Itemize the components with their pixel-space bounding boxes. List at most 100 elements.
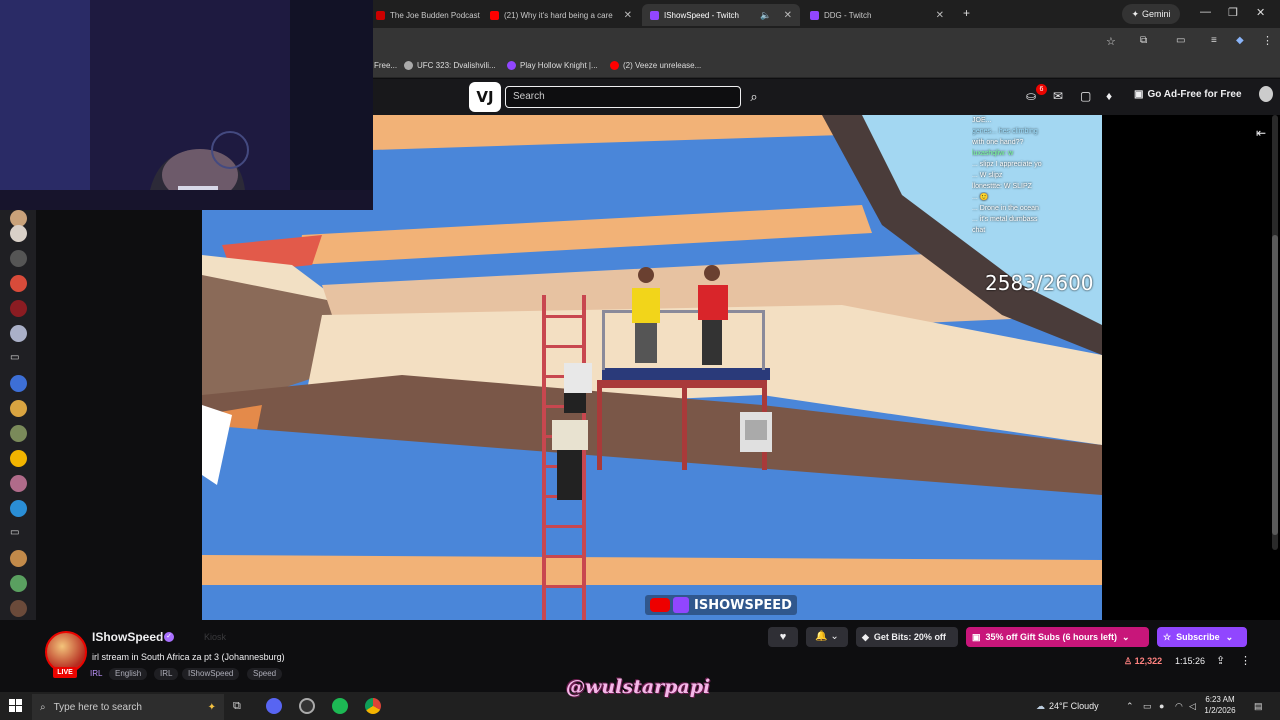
cast-icon[interactable]: ▭ [1176, 35, 1185, 46]
minimize-icon[interactable]: — [1200, 6, 1211, 18]
tag-chip[interactable]: English [109, 668, 148, 680]
sidebar-channel-avatar[interactable] [10, 575, 27, 592]
new-tab-button[interactable]: + [963, 6, 970, 20]
gift-subs-label: 35% off Gift Subs (6 hours left) [985, 632, 1118, 642]
sidebar-channel-avatar[interactable] [10, 600, 27, 617]
user-avatar[interactable] [1259, 86, 1273, 102]
twitch-icon [650, 10, 659, 20]
sparkle-icon: ✦ [207, 701, 216, 713]
extensions-icon[interactable]: ⧉ [1140, 35, 1147, 46]
close-window-icon[interactable]: ✕ [1256, 6, 1265, 19]
chevron-up-icon[interactable]: ⌃ [1126, 701, 1134, 712]
search-icon[interactable]: ⌕ [743, 86, 765, 108]
spotify-icon[interactable] [332, 698, 348, 714]
weather-widget[interactable]: ☁ 24°F Cloudy [1036, 701, 1099, 712]
scrollbar-thumb[interactable] [1272, 235, 1278, 535]
sidebar-channel-avatar[interactable] [10, 500, 27, 517]
page-scrollbar[interactable] [1272, 115, 1278, 550]
whispers-icon[interactable]: ▢ [1080, 89, 1091, 103]
sidebar-channel-avatar[interactable] [10, 400, 27, 417]
obs-icon[interactable] [299, 698, 315, 714]
sidebar-channel-avatar[interactable] [10, 375, 27, 392]
follow-heart-button[interactable]: ♥ [768, 627, 798, 647]
tab-ishowspeed-twitch[interactable]: IShowSpeed - Twitch 🔈 ✕ [642, 4, 800, 26]
get-bits-button[interactable]: ◆ Get Bits: 20% off [856, 627, 958, 647]
viewer-count-value: 12,322 [1134, 656, 1163, 666]
notification-badge: 6 [1036, 84, 1047, 95]
bookmark-item[interactable]: Free... [374, 61, 397, 70]
sidebar-channel-avatar[interactable] [10, 225, 27, 242]
search-icon: ⌕ [40, 701, 46, 713]
bookmark-star-icon[interactable]: ☆ [1106, 35, 1116, 48]
watermark-text: ISHOWSPEED [694, 597, 792, 613]
sidebar-channel-avatar[interactable] [10, 450, 27, 467]
notifications-button[interactable]: 🔔 ⌄ [806, 627, 848, 647]
shield-icon[interactable]: ◆ [1236, 35, 1244, 46]
microphone-icon[interactable]: ● [1159, 701, 1164, 711]
subscribe-label: Subscribe [1176, 632, 1220, 642]
tag-chip[interactable]: Speed [247, 668, 283, 680]
category-link[interactable]: IRL [84, 668, 108, 680]
sidebar-channel-avatar[interactable] [10, 250, 27, 267]
sparkle-icon: ✦ [1131, 8, 1140, 19]
chrome-icon[interactable] [365, 698, 381, 714]
search-input[interactable]: Search [505, 86, 741, 108]
social-handle-overlay: @wulstarpapi [566, 676, 711, 698]
bits-icon[interactable]: ♦ [1106, 89, 1112, 103]
tab-favicon-icon [376, 10, 385, 20]
sidebar-channel-avatar[interactable] [10, 300, 27, 317]
tab-youtube[interactable]: (21) Why it's hard being a care ✕ [482, 4, 640, 26]
go-ad-free-button[interactable]: ▣ Go Ad-Free for Free [1134, 89, 1242, 100]
notification-center-icon[interactable]: ▤ [1254, 701, 1263, 712]
star-icon: ☆ [1163, 631, 1172, 642]
crown-icon: ▣ [1134, 89, 1144, 100]
chevron-down-icon: ⌄ [1122, 631, 1130, 642]
bookmark-label: (2) Veeze unrelease... [623, 61, 702, 70]
wifi-icon[interactable]: ◠ [1175, 701, 1183, 712]
prime-loot-icon[interactable]: ⛀ [1026, 89, 1036, 103]
bell-icon: 🔔 [815, 631, 828, 642]
bookmark-item[interactable]: UFC 323: Dvalishvili... [404, 61, 496, 70]
expand-chat-icon[interactable]: ⇤ [1256, 126, 1266, 140]
channel-name[interactable]: IShowSpeed [92, 630, 163, 644]
video-camera-icon: ▭ [10, 527, 20, 538]
subscribe-button[interactable]: ☆ Subscribe ⌄ [1157, 627, 1247, 647]
tag-chip[interactable]: IRL [154, 668, 179, 680]
share-icon[interactable]: ⇪ [1216, 654, 1225, 667]
discord-icon[interactable] [266, 698, 282, 714]
gift-subs-button[interactable]: ▣ 35% off Gift Subs (6 hours left) ⌄ [966, 627, 1149, 647]
taskbar-search-input[interactable]: ⌕ Type here to search ✦ [32, 694, 224, 720]
task-view-icon[interactable]: ⧉ [233, 700, 241, 713]
close-icon[interactable]: ✕ [618, 10, 632, 21]
more-options-icon[interactable]: ⋮ [1240, 654, 1251, 667]
sidebar-channel-avatar[interactable] [10, 475, 27, 492]
maximize-icon[interactable]: ❐ [1228, 6, 1238, 19]
tab-joe-budden[interactable]: The Joe Budden Podcast E ✕ [368, 4, 480, 26]
sidebar-channel-avatar[interactable] [10, 425, 27, 442]
menu-kebab-icon[interactable]: ⋮ [1262, 34, 1273, 47]
logo-icon[interactable]: VJ [469, 82, 501, 112]
bookmark-item[interactable]: (2) Veeze unrelease... [610, 61, 701, 70]
media-icon[interactable]: ≡ [1211, 35, 1217, 46]
tab-ddg-twitch[interactable]: DDG - Twitch ✕ [802, 4, 952, 26]
network-icon[interactable]: ▭ [1143, 701, 1152, 712]
sidebar-channel-avatar[interactable] [10, 275, 27, 292]
volume-icon[interactable]: ◁ [1189, 701, 1196, 712]
close-icon[interactable]: ✕ [930, 10, 944, 21]
tab-label: IShowSpeed - Twitch [664, 10, 740, 20]
windows-start-icon[interactable] [9, 699, 22, 712]
clock-date: 1/2/2026 [1204, 706, 1236, 715]
close-icon[interactable]: ✕ [778, 10, 792, 21]
chat-overlay-line: ... slipz I appreciate yo [972, 161, 1042, 168]
gemini-button[interactable]: ✦ Gemini [1122, 4, 1180, 24]
sidebar-channel-avatar[interactable] [10, 550, 27, 567]
bookmark-item[interactable]: Play Hollow Knight |... [507, 61, 598, 70]
speaker-icon[interactable]: 🔈 [760, 10, 771, 21]
chevron-down-icon: ⌄ [1225, 631, 1234, 642]
bookmark-label: Free... [374, 61, 398, 70]
taskbar-clock[interactable]: 6:23 AM 1/2/2026 [1203, 694, 1237, 716]
sidebar-channel-avatar[interactable] [10, 325, 27, 342]
tag-chip[interactable]: IShowSpeed [182, 668, 240, 680]
chat-overlay-line: ... W slipz [972, 172, 1003, 179]
mail-icon[interactable]: ✉ [1053, 89, 1063, 103]
